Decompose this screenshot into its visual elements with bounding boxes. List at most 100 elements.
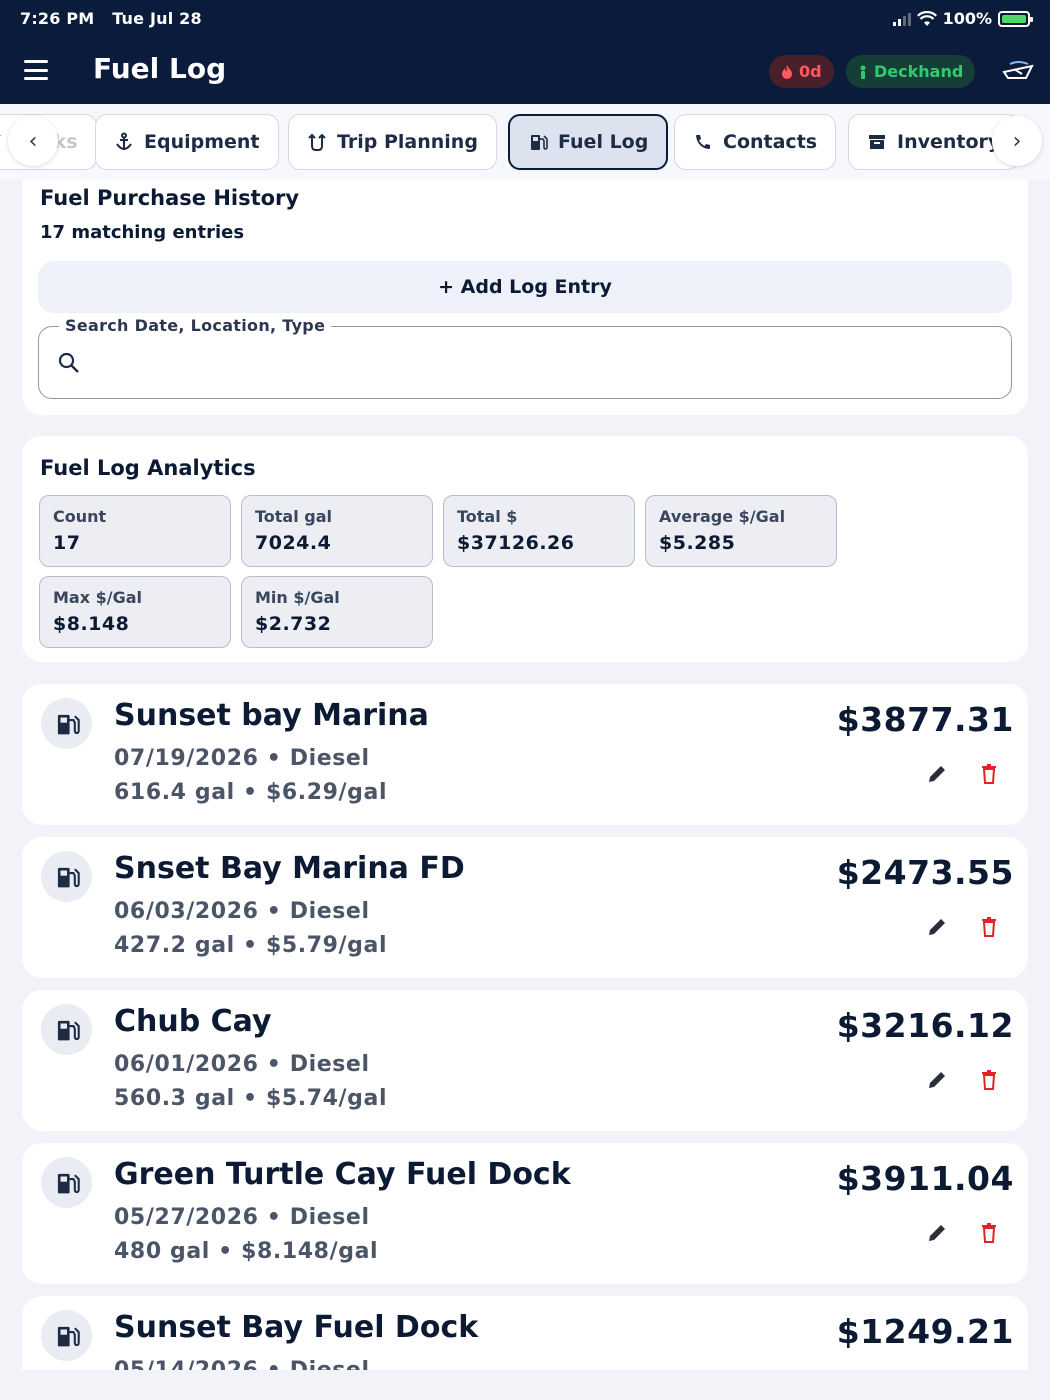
stat-total-dollars: Total $ $37126.26 — [443, 495, 635, 567]
stat-label: Count — [53, 507, 107, 526]
stat-value: 17 — [53, 532, 81, 554]
stat-label: Min $/Gal — [255, 588, 340, 607]
bottom-safe-area — [0, 1370, 1050, 1400]
fuel-analytics-card: Fuel Log Analytics Count 17 Total gal 70… — [22, 436, 1028, 662]
search-icon — [58, 352, 79, 373]
role-badge[interactable]: Deckhand — [846, 55, 976, 88]
chevron-left-icon: ‹ — [28, 128, 38, 154]
page-title: Fuel Log — [93, 52, 227, 85]
status-bar: 7:26 PM Tue Jul 28 — [20, 9, 214, 28]
fuel-history-card: Fuel Purchase History 17 matching entrie… — [22, 180, 1028, 415]
fuel-entry-card[interactable]: Snset Bay Marina FD 06/03/2026 • Diesel … — [22, 837, 1028, 978]
entry-gallons-price: 560.3 gal • $5.74/gal — [114, 1086, 388, 1111]
pencil-edit-icon[interactable] — [925, 1068, 949, 1092]
stat-count: Count 17 — [39, 495, 231, 567]
fuel-pump-icon — [41, 851, 92, 902]
fuel-entry-card[interactable]: Chub Cay 06/01/2026 • Diesel 560.3 gal •… — [22, 990, 1028, 1131]
fuel-pump-icon — [41, 1310, 92, 1361]
app-header: 7:26 PM Tue Jul 28 100% Fuel Log 0d Deck… — [0, 0, 1050, 104]
matching-entries-count: 17 matching entries — [40, 222, 245, 243]
analytics-title: Fuel Log Analytics — [40, 456, 256, 480]
status-time: 7:26 PM — [20, 9, 95, 28]
fuel-pump-icon — [531, 135, 548, 150]
search-input[interactable] — [99, 341, 989, 385]
stat-min-per-gal: Min $/Gal $2.732 — [241, 576, 433, 648]
entry-gallons-price: 480 gal • $8.148/gal — [114, 1239, 379, 1264]
trash-delete-icon[interactable] — [977, 915, 1001, 939]
entry-location: Sunset bay Marina — [114, 698, 429, 733]
tabs-scroll-left-button[interactable]: ‹ — [8, 116, 58, 166]
status-indicators: 100% — [892, 9, 1033, 28]
trash-delete-icon[interactable] — [977, 1221, 1001, 1245]
tab-equipment[interactable]: Equipment — [95, 114, 279, 170]
trash-delete-icon[interactable] — [977, 1068, 1001, 1092]
add-log-entry-button[interactable]: + Add Log Entry — [38, 261, 1012, 313]
entry-location: Green Turtle Cay Fuel Dock — [114, 1157, 571, 1192]
entry-total-amount: $3877.31 — [836, 700, 1014, 739]
stat-average-per-gal: Average $/Gal $5.285 — [645, 495, 837, 567]
stat-label: Total $ — [457, 507, 518, 526]
entry-location: Sunset Bay Fuel Dock — [114, 1310, 479, 1345]
hamburger-menu-icon[interactable] — [24, 60, 48, 80]
tab-label: Fuel Log — [558, 131, 649, 153]
wifi-icon — [916, 10, 937, 26]
entry-date-type: 05/27/2026 • Diesel — [114, 1205, 370, 1230]
pencil-edit-icon[interactable] — [925, 762, 949, 786]
stat-total-gal: Total gal 7024.4 — [241, 495, 433, 567]
fuel-entry-card[interactable]: Green Turtle Cay Fuel Dock 05/27/2026 • … — [22, 1143, 1028, 1284]
days-badge[interactable]: 0d — [769, 55, 834, 88]
pencil-edit-icon[interactable] — [925, 915, 949, 939]
stat-label: Total gal — [255, 507, 333, 526]
days-badge-label: 0d — [799, 62, 822, 81]
person-icon — [860, 65, 866, 79]
entry-gallons-price: 427.2 gal • $5.79/gal — [114, 933, 388, 958]
entry-total-amount: $2473.55 — [836, 853, 1014, 892]
entry-gallons-price: 616.4 gal • $6.29/gal — [114, 780, 388, 805]
stat-value: $2.732 — [255, 613, 332, 635]
stat-value: $37126.26 — [457, 532, 575, 554]
tab-contacts[interactable]: Contacts — [674, 114, 837, 170]
chevron-right-icon: › — [1012, 128, 1022, 154]
trash-delete-icon[interactable] — [977, 762, 1001, 786]
fire-icon — [782, 64, 792, 79]
anchor-icon — [116, 132, 132, 150]
tabs-scroll-right-button[interactable]: › — [992, 116, 1042, 166]
fuel-pump-icon — [41, 1157, 92, 1208]
tab-label: Trip Planning — [337, 131, 478, 153]
entry-date-type: 07/19/2026 • Diesel — [114, 746, 370, 771]
search-field[interactable]: Search Date, Location, Type — [38, 316, 1012, 399]
fuel-entry-card[interactable]: Sunset bay Marina 07/19/2026 • Diesel 61… — [22, 684, 1028, 825]
history-title: Fuel Purchase History — [40, 186, 300, 210]
stat-value: $8.148 — [53, 613, 130, 635]
tab-fuel-log[interactable]: Fuel Log — [508, 114, 669, 170]
tab-label: Inventory — [897, 131, 1001, 153]
cellular-signal-icon — [892, 12, 911, 26]
stat-label: Average $/Gal — [659, 507, 786, 526]
role-badge-label: Deckhand — [874, 62, 964, 81]
tab-label: Contacts — [723, 131, 818, 153]
battery-percent: 100% — [942, 9, 992, 28]
entry-location: Chub Cay — [114, 1004, 272, 1039]
entry-total-amount: $3911.04 — [836, 1159, 1014, 1198]
tab-trip-planning[interactable]: Trip Planning — [288, 114, 497, 170]
tab-label: Equipment — [144, 131, 260, 153]
stat-max-per-gal: Max $/Gal $8.148 — [39, 576, 231, 648]
status-date: Tue Jul 28 — [112, 9, 202, 28]
battery-icon — [998, 10, 1033, 27]
boat-logo-icon[interactable] — [1000, 56, 1036, 86]
fuel-pump-icon — [41, 1004, 92, 1055]
entry-total-amount: $1249.21 — [836, 1312, 1014, 1351]
section-tabs: Tasks Equipment Trip Planning Fuel Log C… — [0, 104, 1050, 180]
search-label: Search Date, Location, Type — [59, 316, 332, 335]
fuel-pump-icon — [41, 698, 92, 749]
stat-value: $5.285 — [659, 532, 736, 554]
route-icon — [308, 133, 326, 151]
phone-icon — [696, 135, 710, 149]
entry-date-type: 06/03/2026 • Diesel — [114, 899, 370, 924]
pencil-edit-icon[interactable] — [925, 1221, 949, 1245]
entry-total-amount: $3216.12 — [836, 1006, 1014, 1045]
stat-value: 7024.4 — [255, 532, 332, 554]
archive-box-icon — [869, 135, 885, 149]
stat-label: Max $/Gal — [53, 588, 142, 607]
entry-location: Snset Bay Marina FD — [114, 851, 465, 886]
